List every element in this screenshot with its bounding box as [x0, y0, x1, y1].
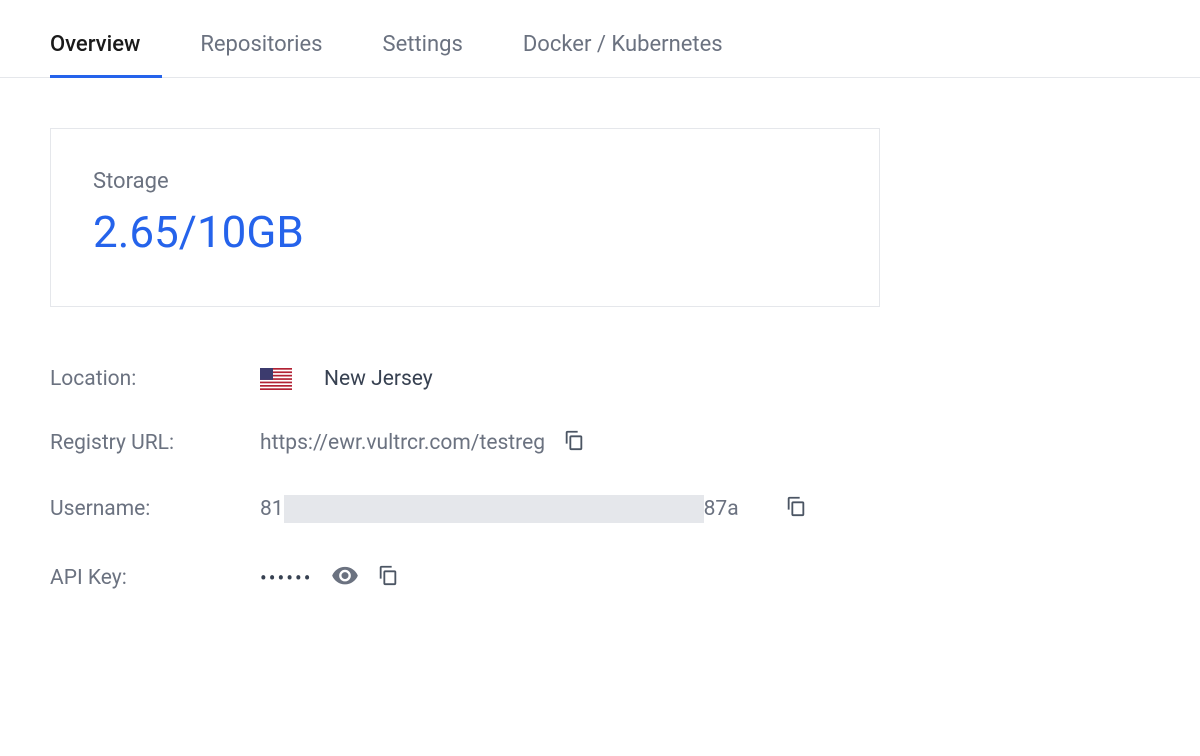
username-value-row: 81 87a [260, 495, 1150, 523]
location-label: Location: [50, 367, 260, 391]
tab-settings[interactable]: Settings [353, 32, 493, 77]
api-key-label: API Key: [50, 566, 260, 590]
username-label: Username: [50, 497, 260, 521]
copy-registry-url-button[interactable] [563, 429, 585, 457]
registry-url-value-row: https://ewr.vultrcr.com/testreg [260, 429, 1150, 457]
username-start: 81 [260, 497, 284, 521]
details-grid: Location: New Jersey Registry URL: ht [50, 367, 1150, 595]
tab-repositories[interactable]: Repositories [170, 32, 352, 77]
storage-card: Storage 2.65/10GB [50, 128, 880, 307]
username-redacted [284, 495, 704, 523]
copy-api-key-button[interactable] [377, 564, 399, 592]
tabs-container: Overview Repositories Settings Docker / … [0, 0, 1200, 78]
content-area: Storage 2.65/10GB Location: New Jersey [0, 78, 1200, 645]
storage-label: Storage [93, 169, 837, 194]
username-end: 87a [704, 497, 739, 521]
api-key-masked: •••••• [260, 566, 313, 590]
username-value: 81 87a [260, 495, 767, 523]
tab-docker-kubernetes[interactable]: Docker / Kubernetes [493, 32, 753, 77]
registry-url-label: Registry URL: [50, 431, 260, 455]
location-text: New Jersey [324, 367, 433, 391]
copy-username-button[interactable] [785, 495, 807, 523]
storage-value: 2.65/10GB [93, 206, 837, 258]
location-value: New Jersey [260, 367, 1150, 391]
registry-url-value: https://ewr.vultrcr.com/testreg [260, 431, 545, 455]
tabs: Overview Repositories Settings Docker / … [50, 32, 1200, 77]
api-key-value-row: •••••• [260, 561, 1150, 595]
reveal-api-key-button[interactable] [331, 561, 359, 595]
tab-overview[interactable]: Overview [50, 32, 170, 77]
us-flag-icon [260, 367, 306, 391]
